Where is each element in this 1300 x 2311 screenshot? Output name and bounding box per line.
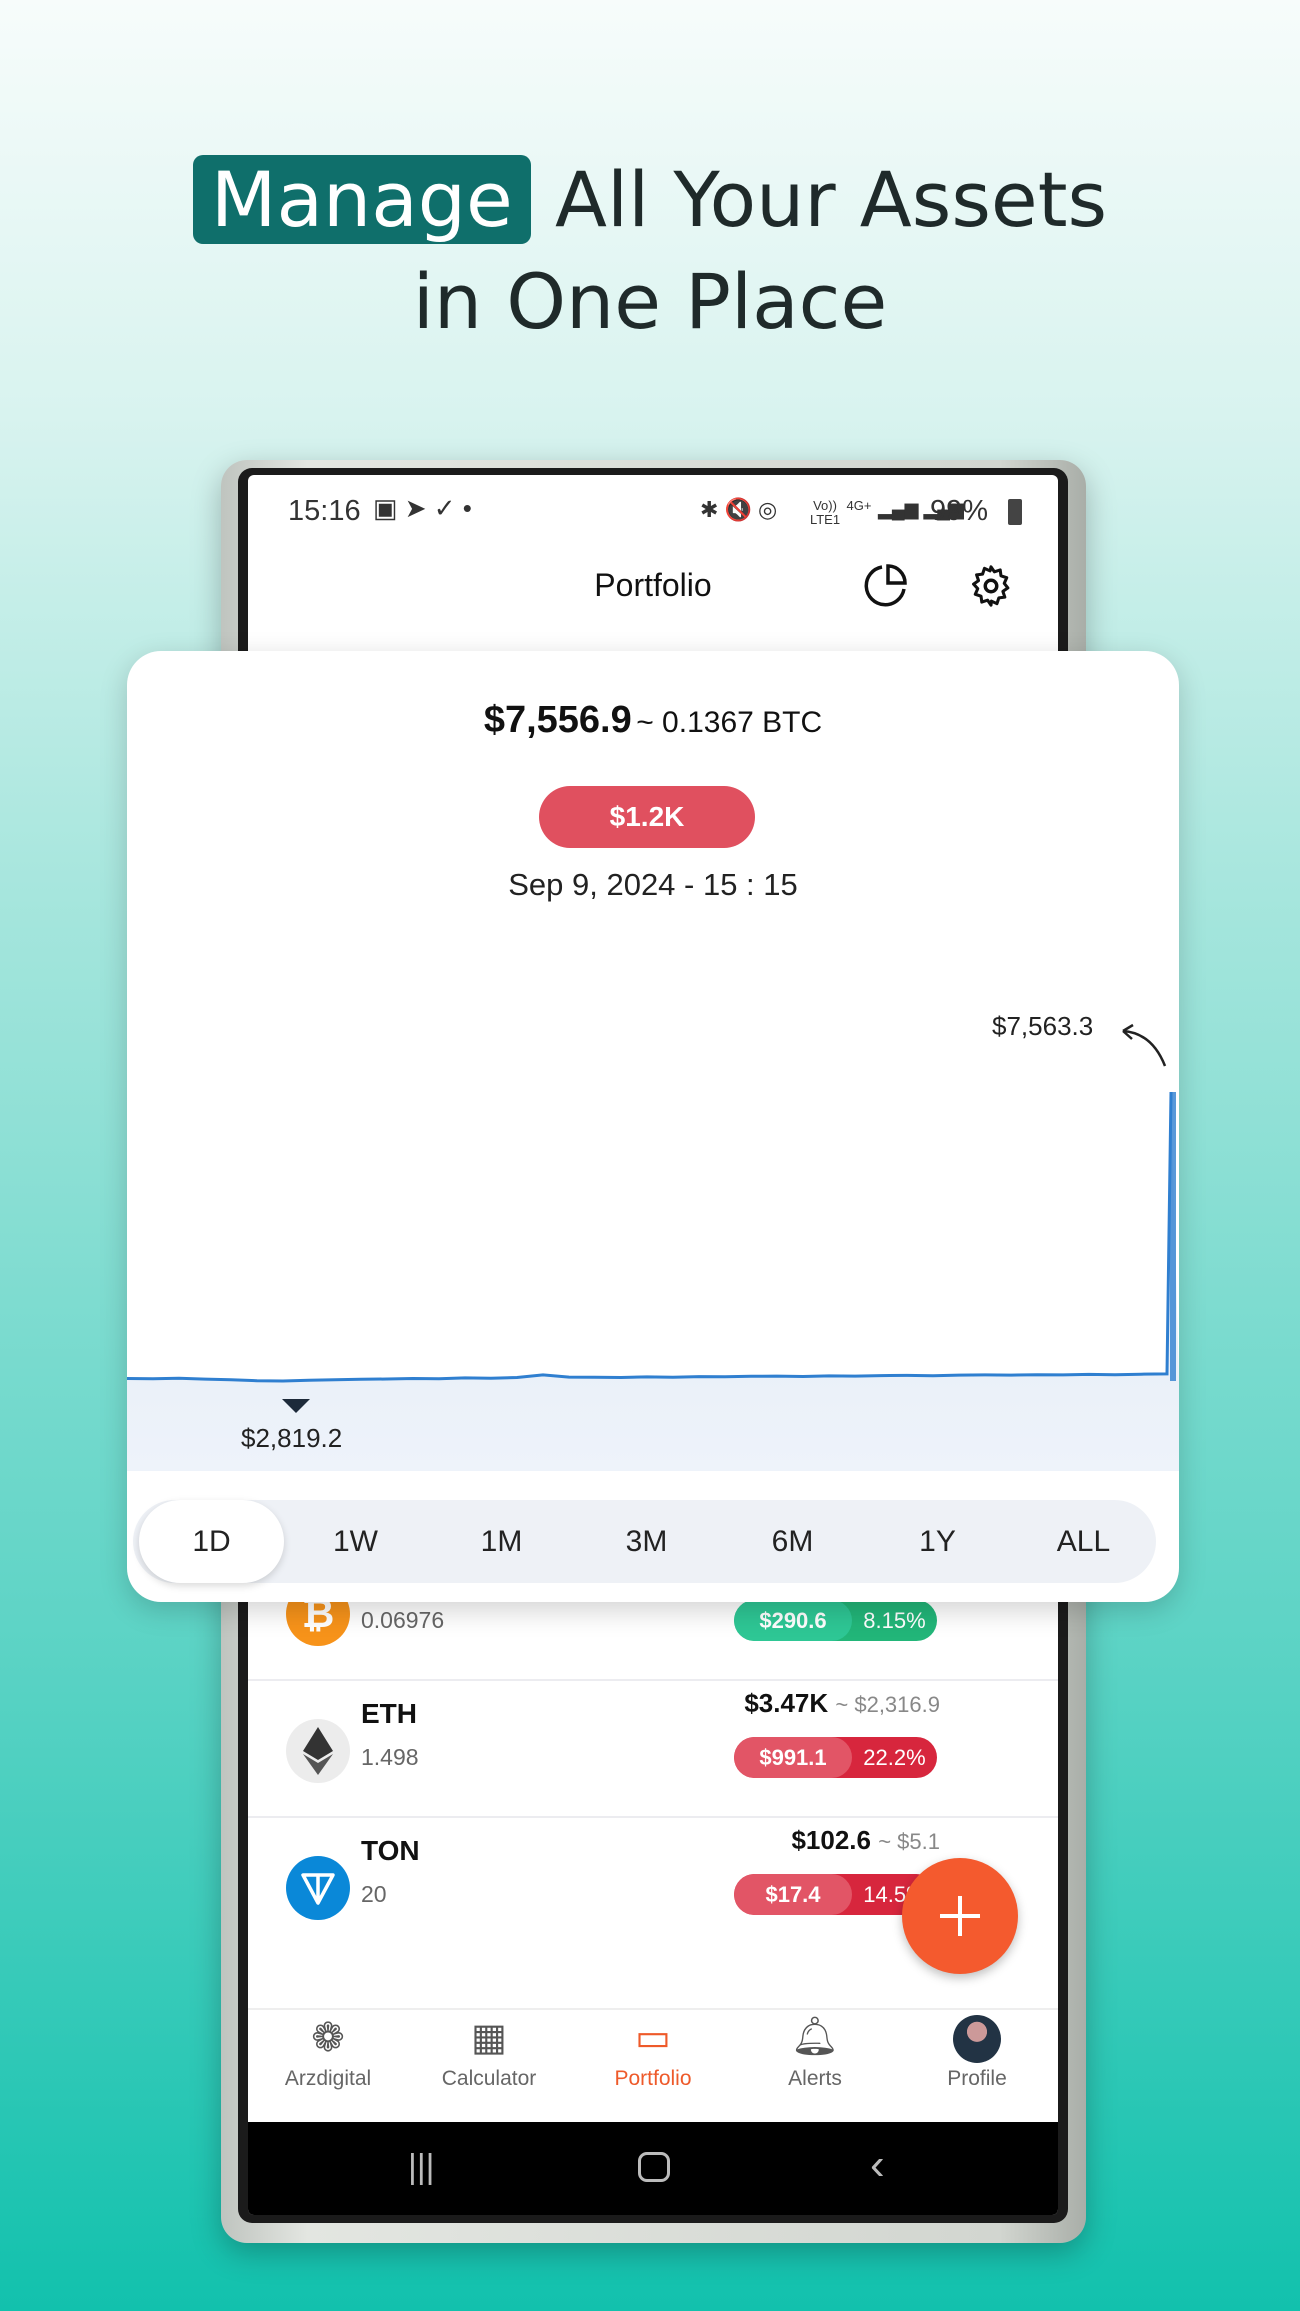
btc-equivalent: ~ 0.1367 BTC <box>636 706 823 739</box>
asset-price: ~ $5.1 <box>878 1829 940 1854</box>
nav-arzdigital[interactable]: ❁ Arzdigital <box>248 2015 408 2091</box>
asset-pnl: $290.6 <box>734 1600 852 1641</box>
ethereum-icon <box>286 1719 350 1783</box>
bottom-nav-divider <box>248 2008 1058 2010</box>
nav-label: Portfolio <box>614 2067 692 2090</box>
arzdigital-logo-icon: ❁ <box>311 2016 345 2060</box>
headline-highlight: Manage <box>192 155 531 244</box>
asset-amount: 20 <box>361 1881 387 1907</box>
asset-amount: 1.498 <box>361 1744 419 1770</box>
headline-text: All Your Assets <box>554 155 1108 244</box>
asset-value: $3.47K ~ $2,316.9 <box>744 1688 940 1719</box>
plus-icon <box>940 1896 980 1936</box>
nav-label: Calculator <box>441 2067 537 2090</box>
android-nav-bar: ||| ‹ <box>248 2122 1058 2215</box>
nav-alerts[interactable]: 🔔︎ Alerts <box>735 2015 895 2091</box>
asset-price: ~ $2,316.9 <box>835 1692 940 1717</box>
bell-icon: 🔔︎ <box>790 2016 840 2058</box>
calculator-icon: ▦ <box>471 2017 507 2059</box>
period-tabs: 1D 1W 1M 3M 6M 1Y ALL <box>133 1500 1156 1583</box>
change-badge: $1.2K <box>539 786 755 848</box>
battery-level: 99% <box>930 495 989 527</box>
asset-symbol: TON <box>361 1835 420 1866</box>
nav-calculator[interactable]: ▦ Calculator <box>409 2015 569 2091</box>
avatar <box>953 2015 1001 2063</box>
headline-line-1: Manage All Your Assets <box>0 150 1300 250</box>
nav-portfolio[interactable]: ▭ Portfolio <box>573 2015 733 2091</box>
pie-chart-icon[interactable] <box>862 563 908 609</box>
wallet-icon: ▭ <box>635 2017 671 2059</box>
asset-amount: 0.06976 <box>361 1607 445 1633</box>
recent-apps-button[interactable]: ||| <box>408 2148 435 2187</box>
asset-symbol: ETH <box>361 1698 417 1729</box>
timestamp: Sep 9, 2024 - 15 : 15 <box>508 867 798 902</box>
total-value: $7,556.9 <box>483 699 632 741</box>
arrow-icon <box>1122 1023 1167 1067</box>
nav-label: Arzdigital <box>284 2067 372 2090</box>
tab-1w[interactable]: 1W <box>283 1500 428 1583</box>
tab-6m[interactable]: 6M <box>720 1500 865 1583</box>
total-value-line: $7,556.9 ~ 0.1367 BTC <box>127 699 1179 742</box>
chart-spike <box>1170 1092 1176 1381</box>
bottom-nav: ❁ Arzdigital ▦ Calculator ▭ Portfolio 🔔︎ Ale… <box>248 2015 1058 2125</box>
asset-pnl-pct: 22.2% <box>863 1744 926 1770</box>
tab-1d[interactable]: 1D <box>139 1500 284 1583</box>
tab-all[interactable]: ALL <box>1011 1500 1156 1583</box>
volte-indicator: Vo)) LTE1 <box>809 498 841 527</box>
asset-pnl: $991.1 <box>734 1737 852 1778</box>
asset-value-usd: $102.6 <box>791 1825 871 1855</box>
portfolio-summary-card: $7,556.9 ~ 0.1367 BTC $1.2K Sep 9, 2024 … <box>127 651 1179 1602</box>
notification-icons: ▣ ➤ ✓ • <box>373 493 472 523</box>
gear-icon[interactable] <box>968 563 1014 609</box>
nav-label: Profile <box>947 2067 1007 2090</box>
asset-value: $102.6 ~ $5.1 <box>791 1825 940 1856</box>
back-button[interactable]: ‹ <box>870 2140 885 2190</box>
max-label: $7,563.3 <box>992 1011 1094 1041</box>
asset-pnl-pct: 8.15% <box>863 1607 926 1633</box>
add-asset-button[interactable] <box>902 1858 1018 1974</box>
min-label: $2,819.2 <box>241 1423 343 1453</box>
status-icons: ✱ 🔇 ◎ <box>700 497 778 522</box>
asset-row-eth[interactable]: ETH 1.498 $3.47K ~ $2,316.9 $991.1 22.2% <box>248 1676 1058 1811</box>
asset-pnl: $17.4 <box>734 1874 852 1915</box>
page-title: Portfolio <box>594 567 712 603</box>
tab-1m[interactable]: 1M <box>429 1500 574 1583</box>
headline-line-2: in One Place <box>412 257 888 346</box>
asset-value-usd: $3.47K <box>744 1688 829 1718</box>
toncoin-icon <box>286 1856 350 1920</box>
tab-1y[interactable]: 1Y <box>865 1500 1010 1583</box>
network-type: 4G+ <box>846 498 872 513</box>
battery-icon <box>1008 499 1022 525</box>
status-time: 15:16 <box>288 495 361 527</box>
home-button[interactable] <box>638 2152 670 2182</box>
asset-pnl-badge: $290.6 8.15% <box>734 1600 937 1641</box>
asset-pnl-badge: $991.1 22.2% <box>734 1737 937 1778</box>
nav-label: Alerts <box>788 2067 842 2090</box>
tab-3m[interactable]: 3M <box>574 1500 719 1583</box>
nav-profile[interactable]: Profile <box>897 2015 1057 2091</box>
